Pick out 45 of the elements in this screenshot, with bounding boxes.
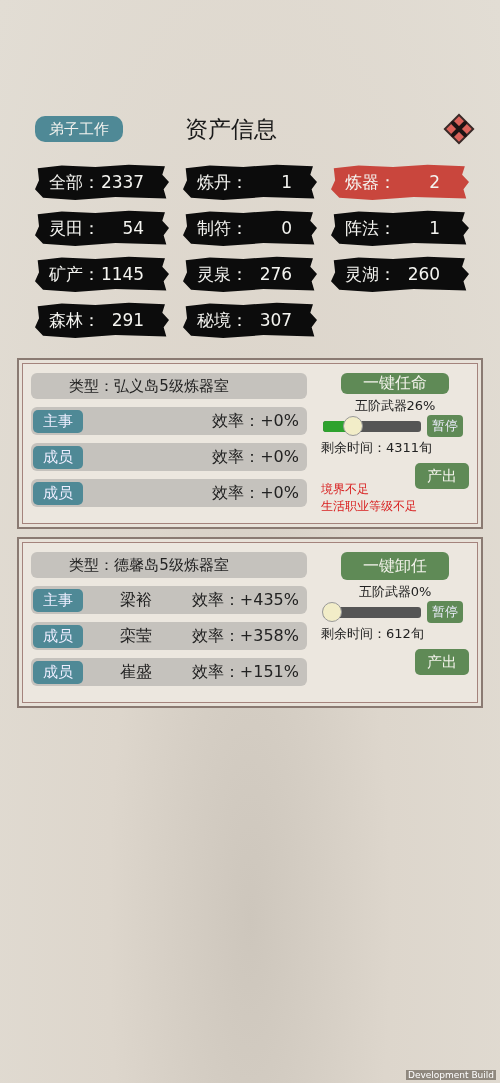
efficiency-text: 效率：+435% [191,589,299,611]
product-progress-text: 五阶武器0% [358,583,432,601]
role-badge[interactable]: 主事 [33,588,83,612]
remaining-time: 剩余时间：4311旬 [321,439,433,457]
category-tag[interactable]: 灵湖： 260 [331,256,469,292]
disciple-work-button[interactable]: 弟子工作 [35,116,123,142]
assign-button[interactable]: 一键卸任 [341,552,449,580]
category-tag[interactable]: 灵田： 54 [35,210,169,246]
remaining-time: 剩余时间：612旬 [321,625,424,643]
output-button[interactable]: 产出 [415,463,469,489]
efficiency-text: 效率：+0% [212,410,299,432]
role-badge[interactable]: 成员 [33,660,83,684]
category-tag[interactable]: 矿产：1145 [35,256,169,292]
pause-button[interactable]: 暂停 [427,601,463,623]
efficiency-text: 效率：+0% [212,446,299,468]
workshop-type: 类型：弘义岛5级炼器室 [31,373,307,399]
assign-button[interactable]: 一键任命 [341,373,449,394]
efficiency-text: 效率：+0% [212,482,299,504]
role-badge[interactable]: 成员 [33,481,83,505]
warning-text: 境界不足 [321,481,369,498]
member-name: 梁裕 [119,589,153,611]
product-progress-text: 五阶武器26% [354,397,436,415]
category-tag[interactable]: 制符： 0 [183,210,317,246]
efficiency-text: 效率：+358% [191,625,299,647]
member-name: 栾莹 [119,625,153,647]
build-label: Development Build [405,1070,496,1080]
page-title: 资产信息 [185,114,277,144]
category-tag[interactable]: 森林： 291 [35,302,169,338]
role-badge[interactable]: 主事 [33,409,83,433]
efficiency-text: 效率：+151% [191,661,299,683]
workshop-type: 类型：德馨岛5级炼器室 [31,552,307,578]
category-tag[interactable]: 炼器： 2 [331,164,469,200]
category-tag[interactable]: 全部：2337 [35,164,169,200]
warning-text: 生活职业等级不足 [321,498,417,515]
category-tag[interactable]: 秘境： 307 [183,302,317,338]
slider-thumb[interactable] [322,602,342,622]
role-badge[interactable]: 成员 [33,445,83,469]
pause-button[interactable]: 暂停 [427,415,463,437]
role-badge[interactable]: 成员 [33,624,83,648]
output-button[interactable]: 产出 [415,649,469,675]
category-tag[interactable]: 阵法： 1 [331,210,469,246]
slider-thumb[interactable] [342,416,363,436]
category-tag[interactable]: 灵泉： 276 [183,256,317,292]
member-name: 崔盛 [119,661,153,683]
category-tag[interactable]: 炼丹： 1 [183,164,317,200]
